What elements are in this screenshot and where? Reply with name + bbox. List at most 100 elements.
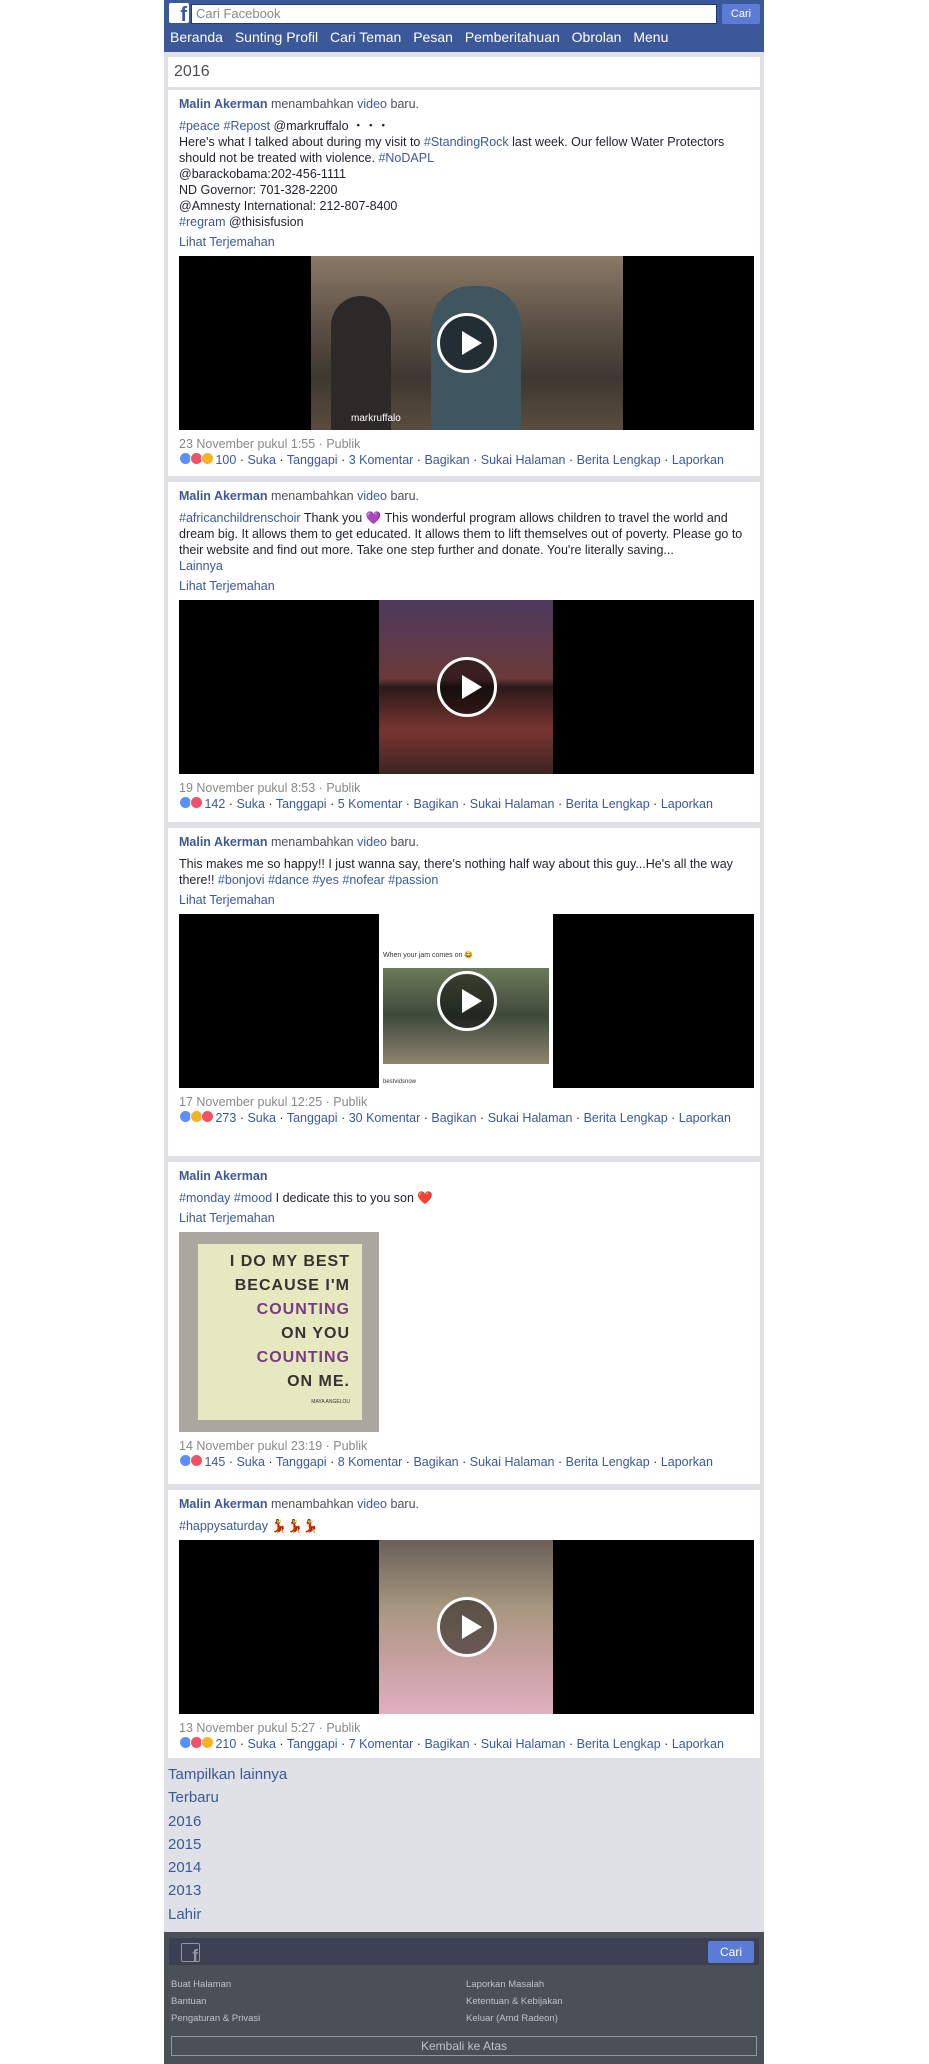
author-link[interactable]: Malin Akerman xyxy=(179,1497,267,1511)
comments-link[interactable]: 30 Komentar xyxy=(349,1111,421,1125)
share-button[interactable]: Bagikan xyxy=(431,1111,476,1125)
post-date[interactable]: 14 November pukul 23:19 xyxy=(179,1439,322,1453)
video-link[interactable]: video xyxy=(357,97,387,111)
full-story-link[interactable]: Berita Lengkap xyxy=(584,1111,668,1125)
hashtag[interactable]: #yes xyxy=(312,873,338,887)
author-link[interactable]: Malin Akerman xyxy=(179,489,267,503)
hashtag[interactable]: #peace xyxy=(179,119,220,133)
report-link[interactable]: Laporkan xyxy=(672,453,724,467)
report-problem-link[interactable]: Laporkan Masalah xyxy=(466,1976,563,1993)
post-image[interactable]: I DO MY BEST BECAUSE I'M COUNTING ON YOU… xyxy=(179,1232,379,1432)
play-button-icon[interactable] xyxy=(437,313,497,373)
nav-sunting-profil[interactable]: Sunting Profil xyxy=(235,29,318,45)
help-link[interactable]: Bantuan xyxy=(171,1993,260,2010)
facebook-logo-icon[interactable]: f xyxy=(181,1943,200,1964)
nav-pemberitahuan[interactable]: Pemberitahuan xyxy=(465,29,560,45)
hashtag[interactable]: #happysaturday xyxy=(179,1519,268,1533)
see-translation-link[interactable]: Lihat Terjemahan xyxy=(179,892,749,908)
post-date[interactable]: 13 November pukul 5:27 xyxy=(179,1721,315,1735)
year-link-2013[interactable]: 2013 xyxy=(168,1879,287,1902)
show-more-link[interactable]: Tampilkan lainnya xyxy=(168,1763,287,1786)
hashtag[interactable]: #NoDAPL xyxy=(378,151,434,165)
see-translation-link[interactable]: Lihat Terjemahan xyxy=(179,1210,749,1226)
video-link[interactable]: video xyxy=(357,489,387,503)
react-button[interactable]: Tanggapi xyxy=(287,1737,338,1751)
reaction-count[interactable]: 142 xyxy=(204,797,225,811)
comments-link[interactable]: 7 Komentar xyxy=(349,1737,414,1751)
comments-link[interactable]: 5 Komentar xyxy=(338,797,403,811)
year-link-2015[interactable]: 2015 xyxy=(168,1833,287,1856)
nav-menu[interactable]: Menu xyxy=(633,29,668,45)
facebook-logo-icon[interactable]: f xyxy=(169,3,189,25)
hashtag[interactable]: #monday xyxy=(179,1191,230,1205)
report-link[interactable]: Laporkan xyxy=(661,797,713,811)
reaction-count[interactable]: 100 xyxy=(215,453,236,467)
share-button[interactable]: Bagikan xyxy=(413,797,458,811)
like-page-button[interactable]: Sukai Halaman xyxy=(481,453,566,467)
reaction-count[interactable]: 145 xyxy=(204,1455,225,1469)
logout-link[interactable]: Keluar (Amd Radeon) xyxy=(466,2010,563,2027)
hashtag[interactable]: #mood xyxy=(234,1191,272,1205)
search-button[interactable]: Cari xyxy=(722,4,760,24)
hashtag[interactable]: #regram xyxy=(179,215,226,229)
recent-link[interactable]: Terbaru xyxy=(168,1786,287,1809)
footer-search-button[interactable]: Cari xyxy=(708,1941,754,1963)
play-button-icon[interactable] xyxy=(437,657,497,717)
like-page-button[interactable]: Sukai Halaman xyxy=(488,1111,573,1125)
year-link-2016[interactable]: 2016 xyxy=(168,1810,287,1833)
author-link[interactable]: Malin Akerman xyxy=(179,1168,749,1184)
see-more-link[interactable]: Lainnya xyxy=(179,558,749,574)
terms-link[interactable]: Ketentuan & Kebijakan xyxy=(466,1993,563,2010)
born-link[interactable]: Lahir xyxy=(168,1903,287,1926)
post-date[interactable]: 19 November pukul 8:53 xyxy=(179,781,315,795)
nav-cari-teman[interactable]: Cari Teman xyxy=(330,29,401,45)
video-player[interactable] xyxy=(179,600,754,774)
share-button[interactable]: Bagikan xyxy=(424,453,469,467)
like-page-button[interactable]: Sukai Halaman xyxy=(481,1737,566,1751)
video-player[interactable]: markruffalo xyxy=(179,256,754,430)
full-story-link[interactable]: Berita Lengkap xyxy=(577,453,661,467)
share-button[interactable]: Bagikan xyxy=(413,1455,458,1469)
like-button[interactable]: Suka xyxy=(247,1737,276,1751)
see-translation-link[interactable]: Lihat Terjemahan xyxy=(179,578,749,594)
full-story-link[interactable]: Berita Lengkap xyxy=(577,1737,661,1751)
hashtag[interactable]: #passion xyxy=(388,873,438,887)
react-button[interactable]: Tanggapi xyxy=(276,1455,327,1469)
author-link[interactable]: Malin Akerman xyxy=(179,835,267,849)
play-button-icon[interactable] xyxy=(437,971,497,1031)
hashtag[interactable]: #Repost xyxy=(224,119,271,133)
like-page-button[interactable]: Sukai Halaman xyxy=(470,797,555,811)
reaction-count[interactable]: 273 xyxy=(215,1111,236,1125)
hashtag[interactable]: #StandingRock xyxy=(424,135,509,149)
hashtag[interactable]: #nofear xyxy=(342,873,384,887)
back-to-top-button[interactable]: Kembali ke Atas xyxy=(171,2036,757,2056)
post-date[interactable]: 23 November pukul 1:55 xyxy=(179,437,315,451)
react-button[interactable]: Tanggapi xyxy=(276,797,327,811)
share-button[interactable]: Bagikan xyxy=(424,1737,469,1751)
video-player[interactable] xyxy=(179,1540,754,1714)
video-player[interactable]: When your jam comes on 😂 bestvidsnow xyxy=(179,914,754,1088)
full-story-link[interactable]: Berita Lengkap xyxy=(566,1455,650,1469)
report-link[interactable]: Laporkan xyxy=(679,1111,731,1125)
like-button[interactable]: Suka xyxy=(247,453,276,467)
hashtag[interactable]: #africanchildrenschoir xyxy=(179,511,301,525)
nav-obrolan[interactable]: Obrolan xyxy=(572,29,622,45)
nav-pesan[interactable]: Pesan xyxy=(413,29,453,45)
full-story-link[interactable]: Berita Lengkap xyxy=(566,797,650,811)
video-link[interactable]: video xyxy=(357,835,387,849)
like-page-button[interactable]: Sukai Halaman xyxy=(470,1455,555,1469)
react-button[interactable]: Tanggapi xyxy=(287,453,338,467)
hashtag[interactable]: #bonjovi xyxy=(218,873,265,887)
play-button-icon[interactable] xyxy=(437,1597,497,1657)
nav-beranda[interactable]: Beranda xyxy=(170,29,223,45)
see-translation-link[interactable]: Lihat Terjemahan xyxy=(179,234,749,250)
like-button[interactable]: Suka xyxy=(236,1455,265,1469)
settings-privacy-link[interactable]: Pengaturan & Privasi xyxy=(171,2010,260,2027)
report-link[interactable]: Laporkan xyxy=(661,1455,713,1469)
year-link-2014[interactable]: 2014 xyxy=(168,1856,287,1879)
post-date[interactable]: 17 November pukul 12:25 xyxy=(179,1095,322,1109)
comments-link[interactable]: 3 Komentar xyxy=(349,453,414,467)
hashtag[interactable]: #dance xyxy=(268,873,309,887)
create-page-link[interactable]: Buat Halaman xyxy=(171,1976,260,1993)
search-input[interactable]: Cari Facebook xyxy=(191,4,717,24)
